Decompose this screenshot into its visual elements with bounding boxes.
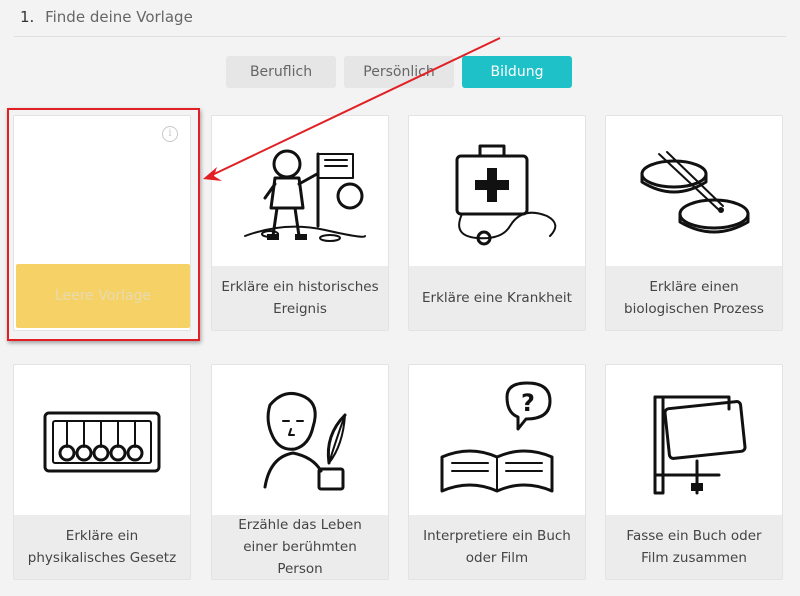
template-label: Erkläre eine Krankheit bbox=[409, 266, 585, 330]
book-clamp-icon bbox=[606, 365, 782, 515]
medical-kit-stethoscope-icon bbox=[409, 116, 585, 266]
template-label: Erkläre ein historisches Ereignis bbox=[212, 266, 388, 330]
template-label: Erzähle das Leben einer berühmten Person bbox=[212, 515, 388, 579]
portrait-quill-icon bbox=[212, 365, 388, 515]
divider bbox=[14, 36, 786, 37]
tab-persoenlich[interactable]: Persönlich bbox=[344, 56, 454, 88]
template-label: Erkläre einen biologischen Prozess bbox=[606, 266, 782, 330]
astronaut-moon-icon bbox=[212, 116, 388, 266]
step-header: 1. Finde deine Vorlage bbox=[20, 8, 193, 26]
template-card-physical-law[interactable]: Erkläre ein physikalisches Gesetz bbox=[13, 364, 191, 580]
template-card-summarize-book-film[interactable]: Fasse ein Buch oder Film zusammen bbox=[605, 364, 783, 580]
template-card-disease[interactable]: Erkläre eine Krankheit bbox=[408, 115, 586, 331]
petri-dish-icon bbox=[606, 116, 782, 266]
template-card-interpret-book-film[interactable]: ? Interpretiere ein Buch oder Film bbox=[408, 364, 586, 580]
newtons-cradle-icon bbox=[14, 365, 190, 515]
template-card-historical-event[interactable]: Erkläre ein historisches Ereignis bbox=[211, 115, 389, 331]
step-title: Finde deine Vorlage bbox=[45, 8, 193, 26]
highlight-box bbox=[7, 108, 200, 341]
book-question-icon: ? bbox=[409, 365, 585, 515]
template-label: Interpretiere ein Buch oder Film bbox=[409, 515, 585, 579]
template-card-biological-process[interactable]: Erkläre einen biologischen Prozess bbox=[605, 115, 783, 331]
tab-beruflich[interactable]: Beruflich bbox=[226, 56, 336, 88]
svg-text:?: ? bbox=[521, 389, 535, 417]
template-card-famous-person[interactable]: Erzähle das Leben einer berühmten Person bbox=[211, 364, 389, 580]
category-tabs: Beruflich Persönlich Bildung bbox=[226, 56, 572, 88]
template-label: Erkläre ein physikalisches Gesetz bbox=[14, 515, 190, 579]
step-number: 1. bbox=[20, 8, 35, 26]
tab-bildung[interactable]: Bildung bbox=[462, 56, 572, 88]
template-label: Fasse ein Buch oder Film zusammen bbox=[606, 515, 782, 579]
